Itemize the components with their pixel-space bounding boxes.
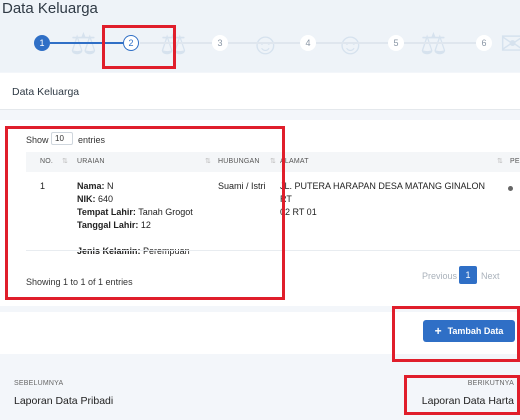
highlight-box (392, 306, 520, 362)
watermark-person-icon: ⚖ (70, 28, 97, 61)
step-1[interactable]: 1 (34, 35, 50, 51)
section-title: Data Keluarga (12, 86, 80, 98)
watermark-person-icon: ☺ (250, 28, 281, 61)
pagination-page-1[interactable]: 1 (459, 266, 477, 284)
step-connector (316, 42, 388, 44)
sort-icon[interactable]: ⇅ (497, 157, 503, 165)
watermark-person-icon: ☺ (335, 28, 366, 61)
step-4[interactable]: 4 (300, 35, 316, 51)
highlight-box (102, 25, 176, 69)
wizard-header: ⚖ ⚖ ☺ ☺ ⚖ ✉ Data Keluarga 1 2 3 4 5 6 (0, 0, 520, 72)
step-5[interactable]: 5 (388, 35, 404, 51)
pagination-previous[interactable]: Previous (422, 271, 457, 281)
row-bullet (508, 186, 513, 191)
step-3[interactable]: 3 (212, 35, 228, 51)
cell-alamat: JL. PUTERA HARAPAN DESA MATANG GINALON R… (280, 181, 486, 217)
step-6[interactable]: 6 (476, 35, 492, 51)
highlight-box (404, 375, 520, 415)
prev-link[interactable]: Laporan Data Pribadi (14, 395, 113, 407)
highlight-box (5, 126, 285, 300)
pagination-next[interactable]: Next (481, 271, 500, 281)
section-header: Data Keluarga (0, 73, 520, 110)
watermark-megaphone-icon: ✉ (500, 28, 520, 61)
prev-caption: SEBELUMNYA (14, 380, 64, 387)
step-connector (228, 42, 300, 44)
page-title: Data Keluarga (2, 0, 98, 17)
step-connector (404, 42, 476, 44)
col-pe[interactable]: PE (510, 158, 520, 165)
watermark-scale-icon: ⚖ (420, 28, 447, 61)
